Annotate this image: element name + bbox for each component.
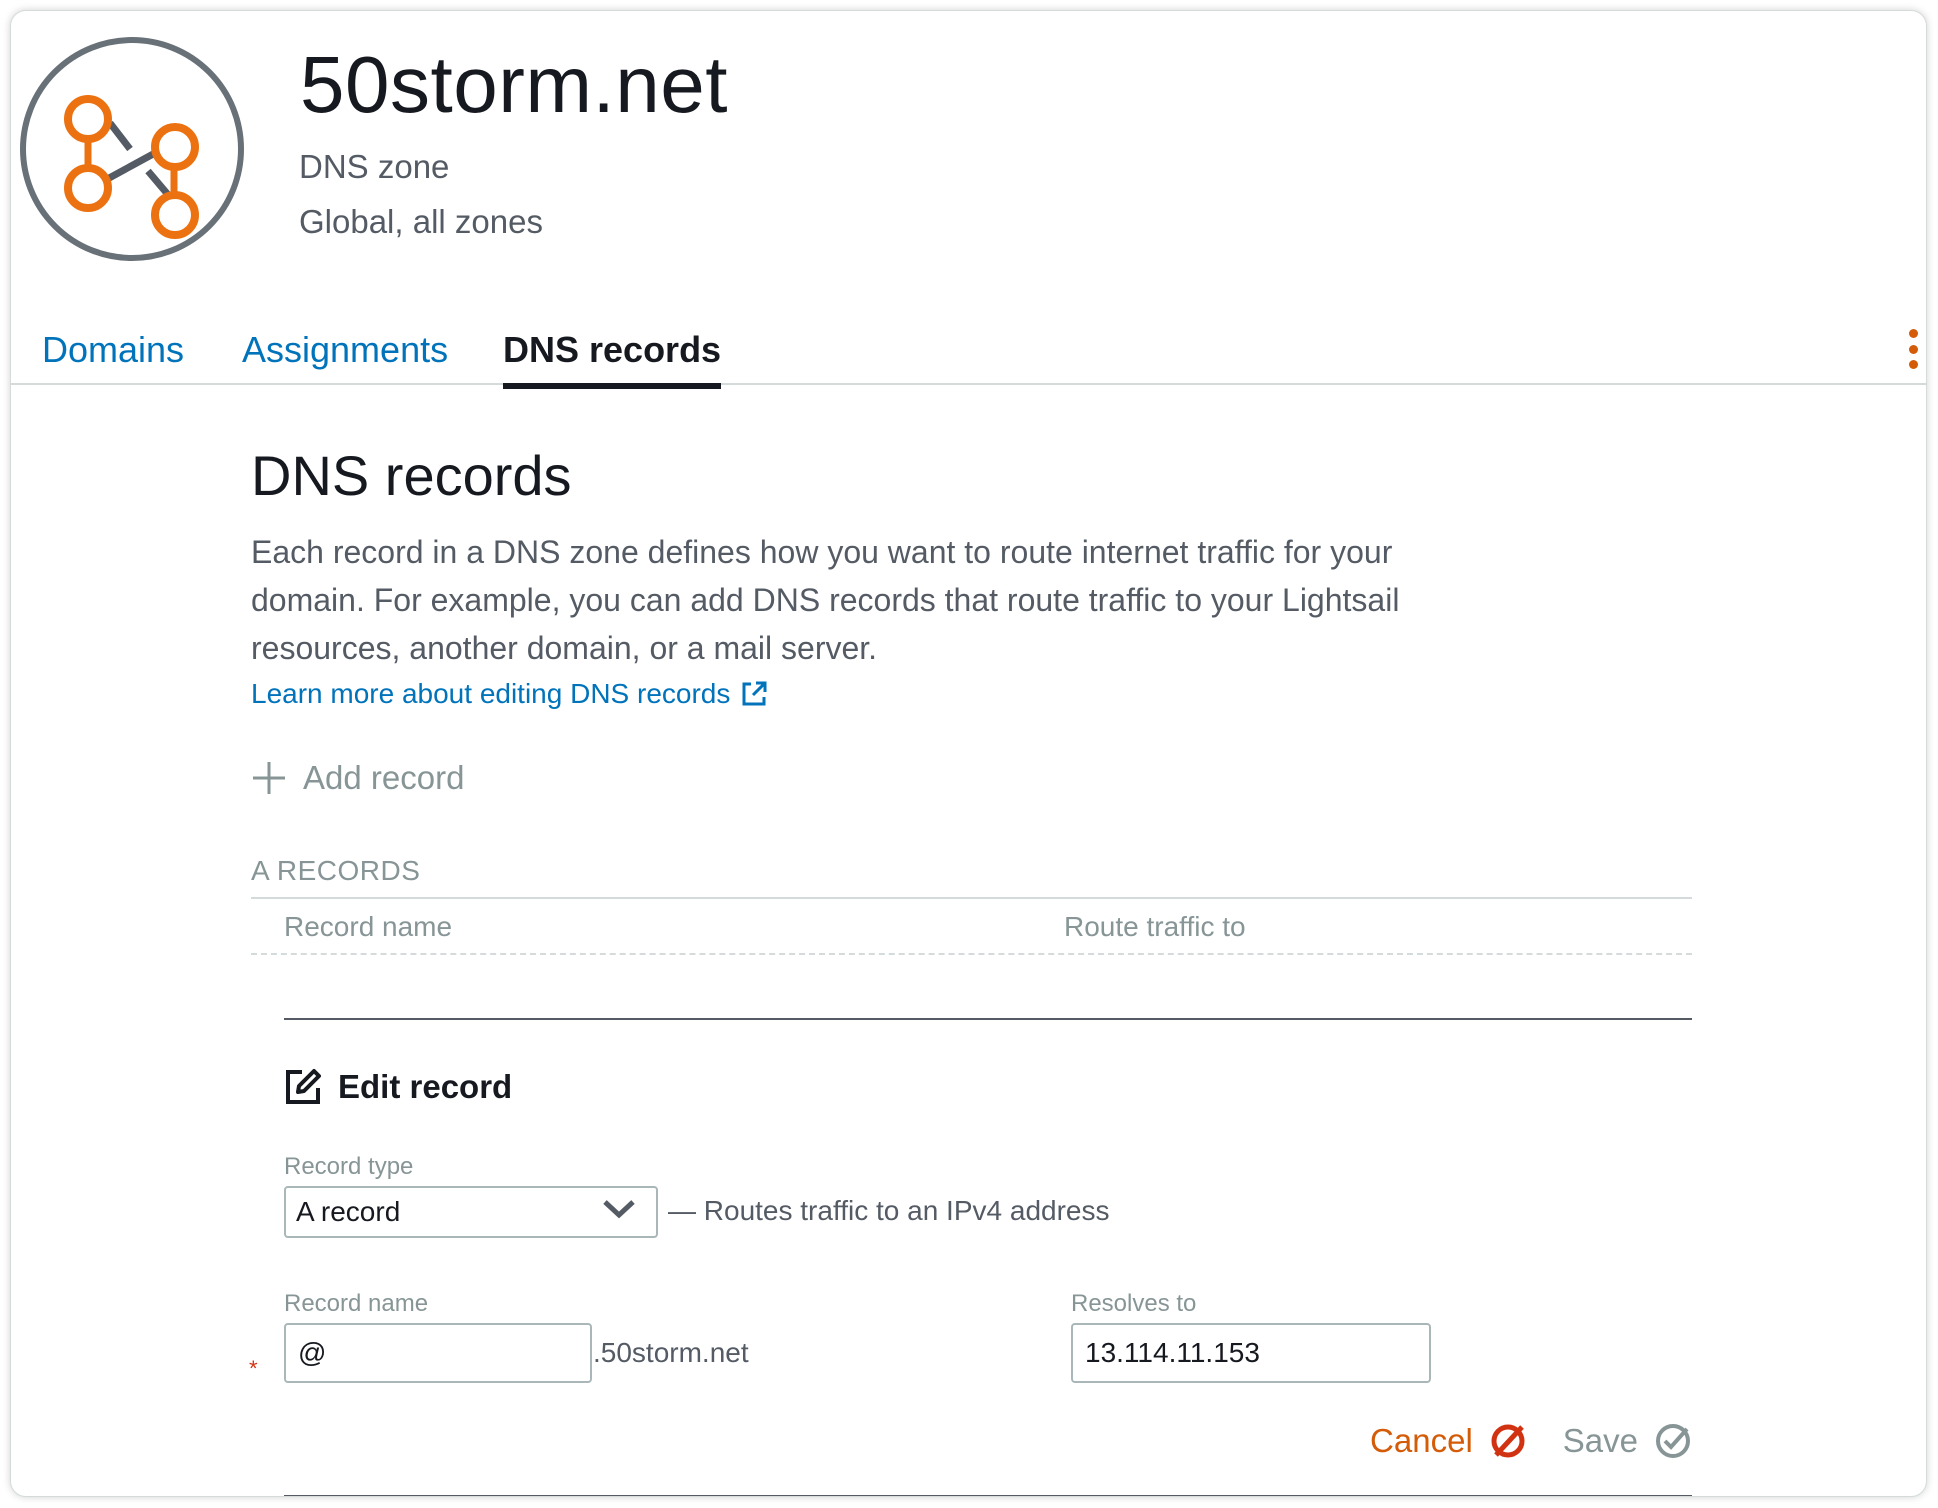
page-description: Each record in a DNS zone defines how yo… [251, 534, 1400, 666]
dns-records-section: DNS records Each record in a DNS zone de… [249, 443, 1706, 1496]
record-type-select[interactable]: A record [284, 1186, 658, 1238]
a-records-label: A RECORDS [251, 855, 421, 886]
edit-icon [286, 1069, 321, 1104]
external-link-icon [742, 681, 767, 706]
record-type-label: Record type [284, 1153, 414, 1180]
tab-dns-records[interactable]: DNS records [503, 329, 722, 389]
dns-zone-network-icon [20, 37, 244, 261]
required-marker: * [249, 1356, 258, 1381]
learn-more-label: Learn more about editing DNS records [251, 678, 731, 709]
learn-more-link[interactable]: Learn more about editing DNS records [251, 678, 768, 710]
save-button[interactable]: Save [1563, 1422, 1692, 1460]
record-name-suffix: .50storm.net [593, 1337, 749, 1368]
zone-title: 50storm.net [300, 40, 728, 129]
edit-record-title: Edit record [338, 1068, 513, 1105]
column-route-traffic-to: Route traffic to [1064, 911, 1246, 942]
record-name-label: Record name [284, 1290, 429, 1317]
edit-record-panel: Edit record Record type A record — Route… [249, 1018, 1692, 1496]
cancel-icon [1491, 1424, 1525, 1458]
add-record-label: Add record [303, 759, 465, 796]
record-type-description: — Routes traffic to an IPv4 address [668, 1195, 1110, 1226]
tab-domains[interactable]: Domains [42, 329, 184, 383]
record-type-value: A record [296, 1196, 401, 1227]
records-table-header: Record name Route traffic to [251, 897, 1692, 955]
resolves-to-input[interactable] [1071, 1323, 1431, 1383]
tab-assignments[interactable]: Assignments [242, 329, 448, 383]
page-title: DNS records [251, 444, 572, 507]
plus-icon [253, 762, 285, 794]
check-circle-icon [1656, 1424, 1690, 1458]
record-name-input[interactable] [284, 1323, 592, 1383]
cancel-button[interactable]: Cancel [1370, 1422, 1527, 1460]
save-label: Save [1562, 1422, 1638, 1459]
edit-actions: Cancel Save [1370, 1422, 1692, 1460]
column-record-name: Record name [284, 911, 453, 942]
cancel-label: Cancel [1370, 1422, 1473, 1459]
edit-record-heading: Edit record [284, 1068, 512, 1106]
dns-zone-card: 50storm.net DNS zone Global, all zones D… [10, 10, 1927, 1497]
zone-type: DNS zone [299, 148, 450, 185]
zone-region: Global, all zones [299, 203, 543, 240]
more-actions-icon[interactable] [1904, 329, 1922, 369]
tab-bar: Domains Assignments DNS records [11, 311, 1926, 389]
resolves-to-label: Resolves to [1071, 1290, 1197, 1317]
chevron-down-icon [603, 1200, 635, 1219]
edit-panel-bottom-divider [284, 1495, 1692, 1496]
add-record-button[interactable]: Add record [251, 759, 464, 797]
